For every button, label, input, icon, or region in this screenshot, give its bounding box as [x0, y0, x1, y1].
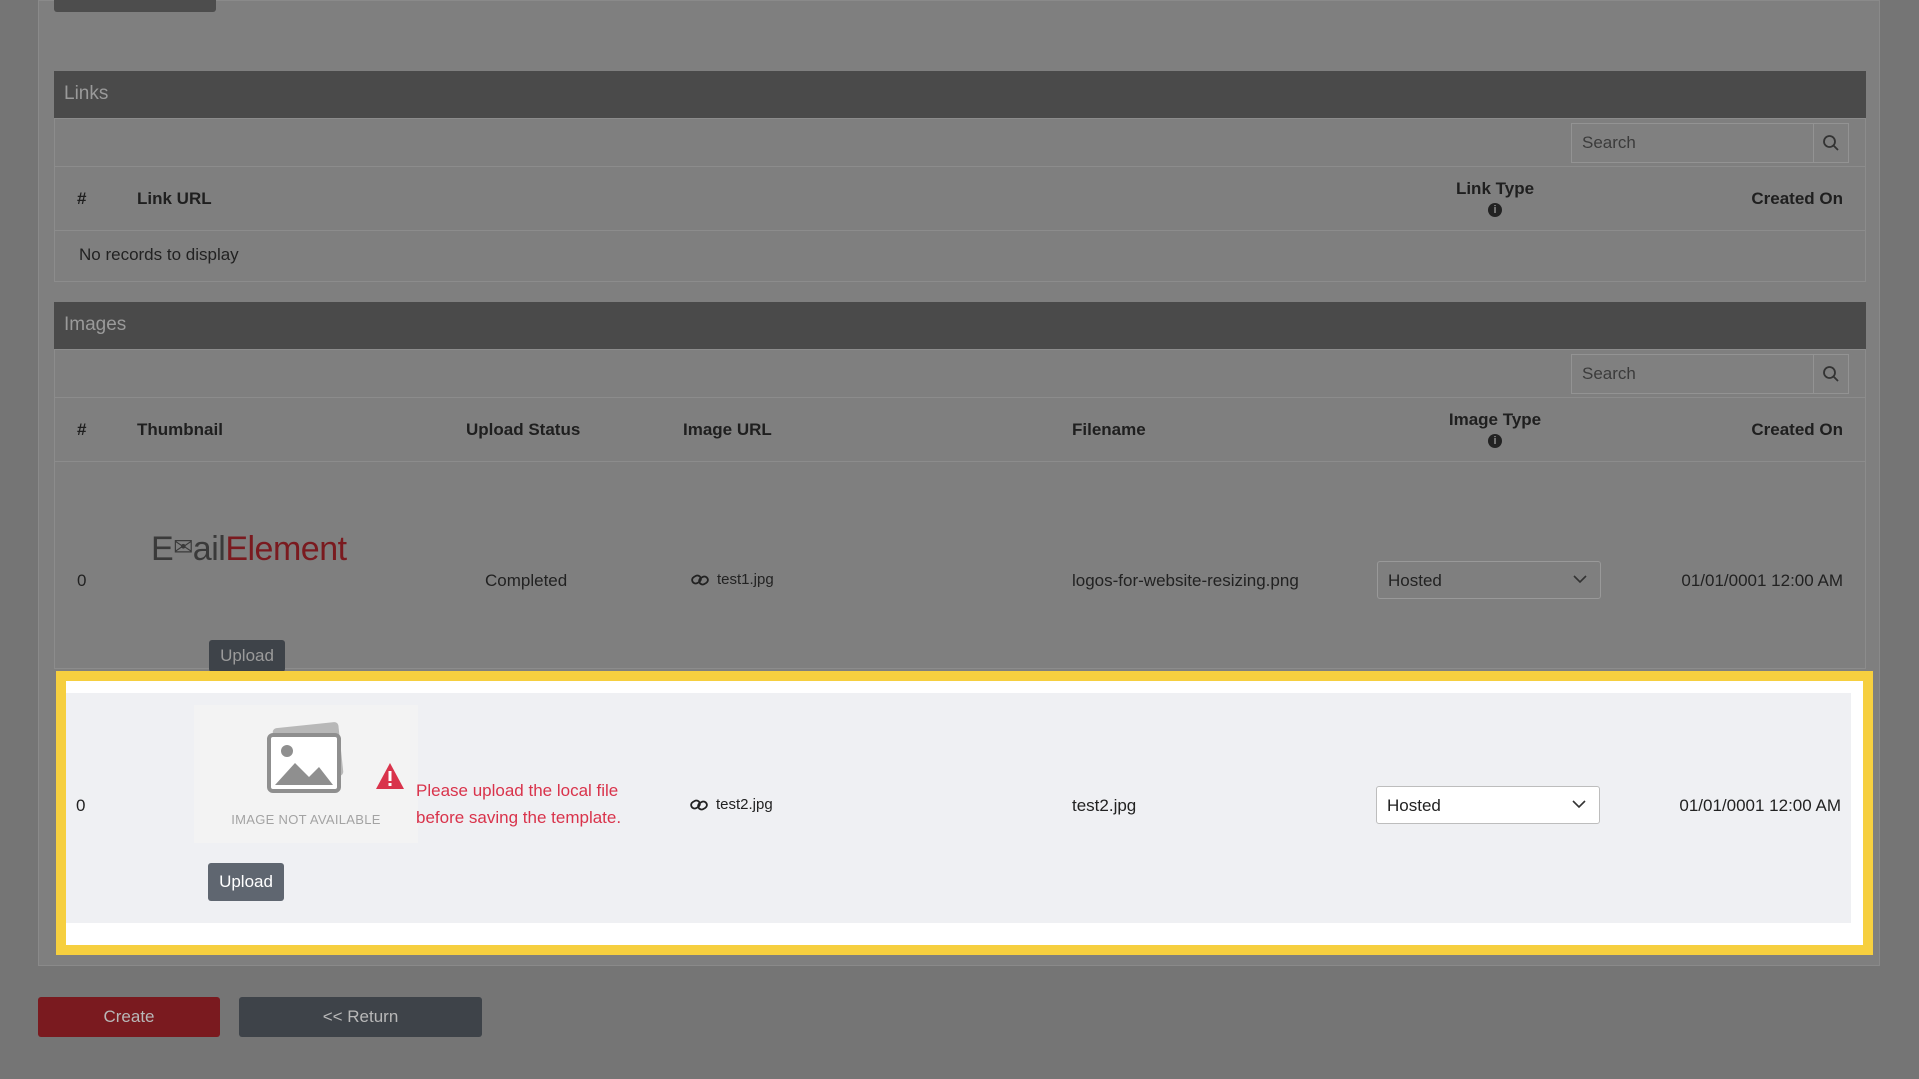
col-link-url[interactable]: Link URL [137, 189, 212, 209]
col-created-on[interactable]: Created On [1751, 189, 1843, 209]
image-url-text: test2.jpg [716, 796, 773, 813]
image-type-value: Hosted [1388, 571, 1442, 590]
search-icon [1823, 135, 1839, 151]
filename: test2.jpg [1072, 796, 1137, 815]
return-button[interactable]: << Return [239, 997, 482, 1037]
images-panel: # Thumbnail Upload Status Image URL File… [54, 349, 1866, 672]
col-num: # [77, 420, 87, 439]
images-search-box [1571, 354, 1849, 394]
image-type-value: Hosted [1387, 796, 1441, 815]
chevron-down-icon [1572, 800, 1586, 809]
links-section-title: Links [64, 83, 109, 104]
chevron-down-icon [1573, 575, 1587, 584]
link-icon [690, 799, 708, 810]
col-filename[interactable]: Filename [1072, 420, 1146, 440]
col-created-on[interactable]: Created On [1751, 420, 1843, 440]
info-icon[interactable]: i [1488, 203, 1502, 217]
images-section-title: Images [64, 314, 127, 335]
image-url-text: test1.jpg [717, 571, 774, 588]
links-search-input[interactable] [1572, 124, 1813, 162]
info-icon[interactable]: i [1488, 434, 1502, 448]
links-search-box [1571, 123, 1849, 163]
col-link-type[interactable]: Link Type i [1435, 179, 1555, 217]
image-url-link[interactable]: test1.jpg [691, 571, 774, 588]
links-section-header: Links [54, 71, 1866, 118]
highlighted-row: 0 IMAGE NOT AVAILABLE Please upload the … [56, 671, 1873, 955]
created-on: 01/01/0001 12:00 AM [1679, 796, 1841, 815]
links-panel: # Link URL Link Type i Created On No rec… [54, 118, 1866, 282]
top-button[interactable] [54, 0, 216, 12]
links-search-button[interactable] [1813, 124, 1848, 162]
images-search-button[interactable] [1813, 355, 1848, 393]
upload-warning-message: Please upload the local file before savi… [416, 781, 622, 827]
upload-button[interactable]: Upload [208, 863, 284, 901]
no-records-text: No records to display [79, 245, 239, 264]
images-section-header: Images [54, 302, 1866, 349]
col-image-type-label: Image Type [1448, 410, 1542, 429]
table-row: 0 IMAGE NOT AVAILABLE Please upload the … [66, 693, 1851, 923]
links-search-bar [55, 119, 1865, 167]
images-table-header: # Thumbnail Upload Status Image URL File… [55, 398, 1865, 462]
image-url-link[interactable]: test2.jpg [690, 796, 773, 813]
warning-icon [376, 763, 404, 789]
images-search-input[interactable] [1572, 355, 1813, 393]
email-element-logo: E✉ailElement [151, 530, 347, 568]
image-not-available-caption: IMAGE NOT AVAILABLE [231, 812, 381, 827]
col-image-url[interactable]: Image URL [683, 420, 772, 440]
image-placeholder-icon [267, 722, 344, 793]
search-icon [1823, 366, 1839, 382]
col-num: # [77, 189, 87, 208]
image-type-select[interactable]: Hosted [1377, 561, 1601, 599]
row-num: 0 [77, 571, 87, 590]
create-button[interactable]: Create [38, 997, 220, 1037]
created-on: 01/01/0001 12:00 AM [1681, 571, 1843, 590]
filename: logos-for-website-resizing.png [1072, 571, 1299, 590]
col-thumbnail[interactable]: Thumbnail [137, 420, 223, 440]
row-num: 0 [76, 796, 86, 815]
links-table-header: # Link URL Link Type i Created On [55, 167, 1865, 231]
link-icon [691, 574, 709, 585]
image-type-select[interactable]: Hosted [1376, 786, 1600, 824]
upload-button[interactable]: Upload [209, 640, 285, 672]
col-upload-status[interactable]: Upload Status [466, 420, 580, 440]
col-image-type[interactable]: Image Type i [1435, 410, 1555, 448]
col-link-type-label: Link Type [1455, 179, 1535, 198]
upload-status: Completed [485, 571, 568, 590]
images-search-bar [55, 350, 1865, 398]
